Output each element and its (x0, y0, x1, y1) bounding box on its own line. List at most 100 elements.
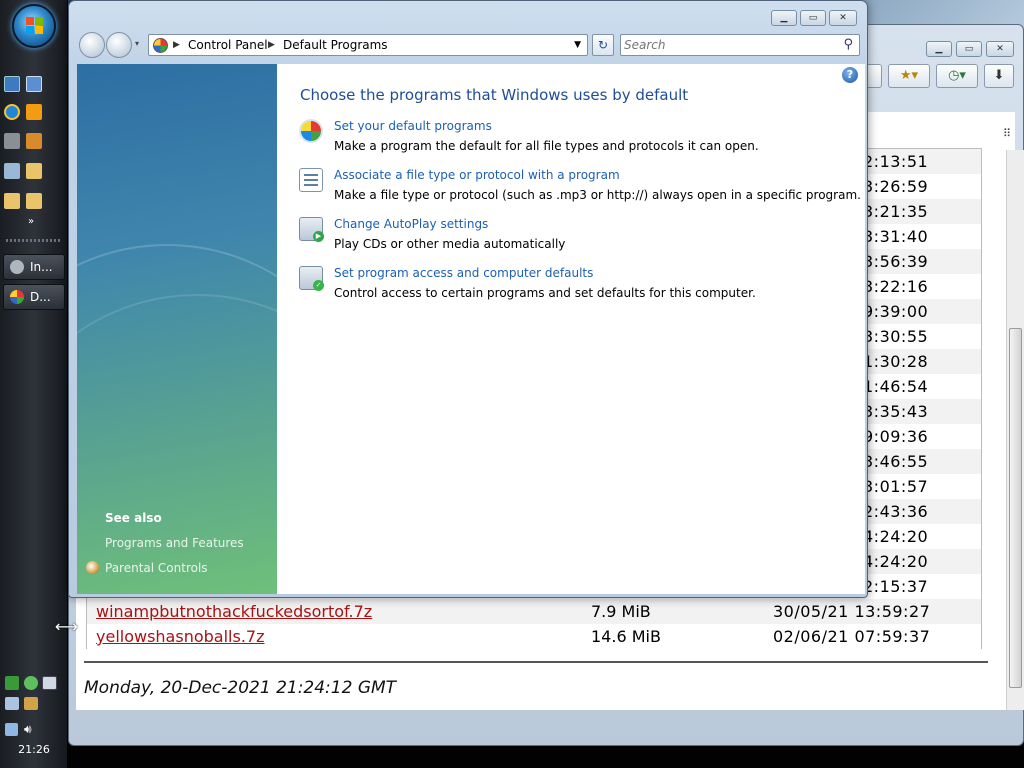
internet-explorer-icon[interactable] (4, 104, 20, 120)
security-shield-icon[interactable] (5, 676, 19, 690)
browser-maximize-button[interactable]: ▭ (956, 41, 982, 57)
media-player-icon[interactable] (26, 104, 42, 120)
app-icon (10, 290, 24, 304)
file-date: 3:56:39 (863, 252, 929, 271)
forward-button[interactable] (106, 32, 132, 58)
breadcrumb-control-panel[interactable]: Control Panel (188, 35, 268, 55)
browser-scrollbar[interactable] (1006, 150, 1024, 710)
maximize-button[interactable]: ▭ (800, 10, 826, 26)
search-icon[interactable]: ⚲ (843, 37, 853, 52)
address-bar[interactable]: ▶ Control Panel ▶ Default Programs ▼ (148, 34, 588, 56)
download-button[interactable]: ⬇ (984, 64, 1014, 88)
parental-controls-link[interactable]: Parental Controls (105, 561, 208, 575)
taskbar: » In... D... 🔊︎ 21:26 (0, 0, 68, 768)
task-description: Control access to certain programs and s… (334, 286, 756, 300)
switch-windows-icon[interactable] (26, 76, 42, 92)
minimize-button[interactable]: ▁ (771, 10, 797, 26)
programs-and-features-link[interactable]: Programs and Features (105, 536, 244, 550)
show-desktop-icon[interactable] (4, 76, 20, 92)
user-icon[interactable] (24, 676, 38, 690)
task-set-default-programs: Set your default programs Make a program… (299, 119, 859, 163)
network-icon[interactable] (5, 697, 19, 710)
taskbar-grip[interactable] (6, 239, 62, 242)
file-date: 2:43:36 (863, 502, 929, 521)
autoplay-icon: ▶ (299, 217, 324, 242)
speaker-icon[interactable] (26, 133, 42, 149)
file-date: 3:26:59 (863, 177, 929, 196)
file-date: 9:39:00 (863, 302, 929, 321)
table-row: winampbutnothackfuckedsortof.7z 7.9 MiB 30… (87, 599, 981, 624)
file-date: 9:09:36 (863, 427, 929, 446)
task-pane: See also Programs and Features Parental … (77, 64, 277, 594)
folder-icon[interactable] (26, 193, 42, 209)
file-date: 3:31:40 (863, 227, 929, 246)
taskbar-button-default-programs[interactable]: D... (3, 284, 65, 310)
file-date: 3:01:57 (863, 477, 929, 496)
file-name-link[interactable]: yellowshasnoballs.7z (96, 627, 264, 646)
page-footer-date: Monday, 20-Dec-2021 21:24:12 GMT (84, 678, 397, 698)
page-title: Choose the programs that Windows uses by… (300, 86, 689, 104)
footer-divider (84, 661, 988, 663)
file-date: 02/06/21 07:59:37 (773, 627, 931, 646)
cube-icon[interactable] (4, 163, 20, 179)
folder-icon[interactable] (4, 193, 20, 209)
folder-icon[interactable] (26, 163, 42, 179)
task-description: Play CDs or other media automatically (334, 237, 566, 251)
app-icon (10, 260, 24, 274)
program-access-link[interactable]: Set program access and computer defaults (334, 266, 593, 280)
taskbar-button-label: In... (30, 260, 53, 274)
file-date: 3:35:43 (863, 402, 929, 421)
monitor-icon[interactable] (42, 676, 57, 690)
back-button[interactable] (79, 32, 105, 58)
see-also-heading: See also (105, 511, 162, 525)
default-programs-window[interactable]: ▁ ▭ ✕ ▾ ▶ Control Panel ▶ Default Progra… (68, 0, 868, 598)
breadcrumb-arrow-icon[interactable]: ▶ (268, 35, 275, 55)
browser-close-button[interactable]: ✕ (986, 41, 1014, 57)
file-date: 4:24:20 (863, 552, 929, 571)
control-panel-icon (153, 38, 168, 53)
breadcrumb-arrow-icon[interactable]: ▶ (173, 35, 180, 55)
file-name-link[interactable]: winampbutnothackfuckedsortof.7z (96, 602, 372, 621)
file-date: 1:30:28 (863, 352, 929, 371)
search-input[interactable] (624, 37, 834, 53)
file-date: 1:46:54 (863, 377, 929, 396)
address-dropdown-icon[interactable]: ▼ (574, 35, 581, 55)
file-date: 30/05/21 13:59:27 (773, 602, 931, 621)
set-default-programs-link[interactable]: Set your default programs (334, 119, 492, 133)
default-programs-icon (299, 119, 323, 143)
start-button[interactable] (12, 4, 56, 48)
network-status-icon[interactable] (5, 723, 18, 736)
network-tool-icon[interactable] (4, 133, 20, 149)
browser-minimize-button[interactable]: ▁ (926, 41, 952, 57)
help-icon[interactable]: ? (842, 67, 858, 83)
parental-controls-icon (86, 561, 99, 574)
scrollbar-thumb[interactable] (1009, 328, 1022, 688)
taskbar-clock[interactable]: 21:26 (0, 743, 68, 756)
close-button[interactable]: ✕ (829, 10, 857, 26)
file-date: 3:21:35 (863, 202, 929, 221)
task-associate-file-type: Associate a file type or protocol with a… (299, 168, 861, 212)
task-description: Make a program the default for all file … (334, 139, 759, 153)
volume-icon[interactable]: 🔊︎ (24, 722, 32, 737)
file-size: 14.6 MiB (591, 627, 661, 646)
search-box[interactable]: ⚲ (620, 34, 860, 56)
bookmarks-menu-button[interactable]: ★▾ (888, 64, 930, 88)
associate-file-type-link[interactable]: Associate a file type or protocol with a… (334, 168, 620, 182)
chevron-down-icon[interactable]: » (28, 216, 34, 227)
history-menu-button[interactable]: ◷▾ (936, 64, 978, 88)
change-autoplay-link[interactable]: Change AutoPlay settings (334, 217, 488, 231)
taskbar-button-explorer[interactable]: In... (3, 254, 65, 280)
task-program-access: ✓ Set program access and computer defaul… (299, 266, 859, 310)
battery-icon[interactable] (24, 697, 38, 710)
file-date: 2:15:37 (863, 577, 929, 596)
breadcrumb-default-programs[interactable]: Default Programs (283, 35, 388, 55)
table-row: yellowshasnoballs.7z 14.6 MiB 02/06/21 07:… (87, 624, 981, 649)
file-date: 3:22:16 (863, 277, 929, 296)
windows-logo-icon (26, 17, 44, 35)
refresh-button[interactable]: ↻ (592, 34, 614, 56)
resize-cursor-icon: ⟷ (55, 617, 78, 636)
main-content: ? Choose the programs that Windows uses … (277, 64, 865, 594)
recent-pages-dropdown[interactable]: ▾ (135, 39, 139, 48)
browser-toolbar: ★▾ ◷▾ ⬇ (860, 64, 1020, 90)
grid-icon[interactable]: ⠿ (1003, 127, 1015, 140)
